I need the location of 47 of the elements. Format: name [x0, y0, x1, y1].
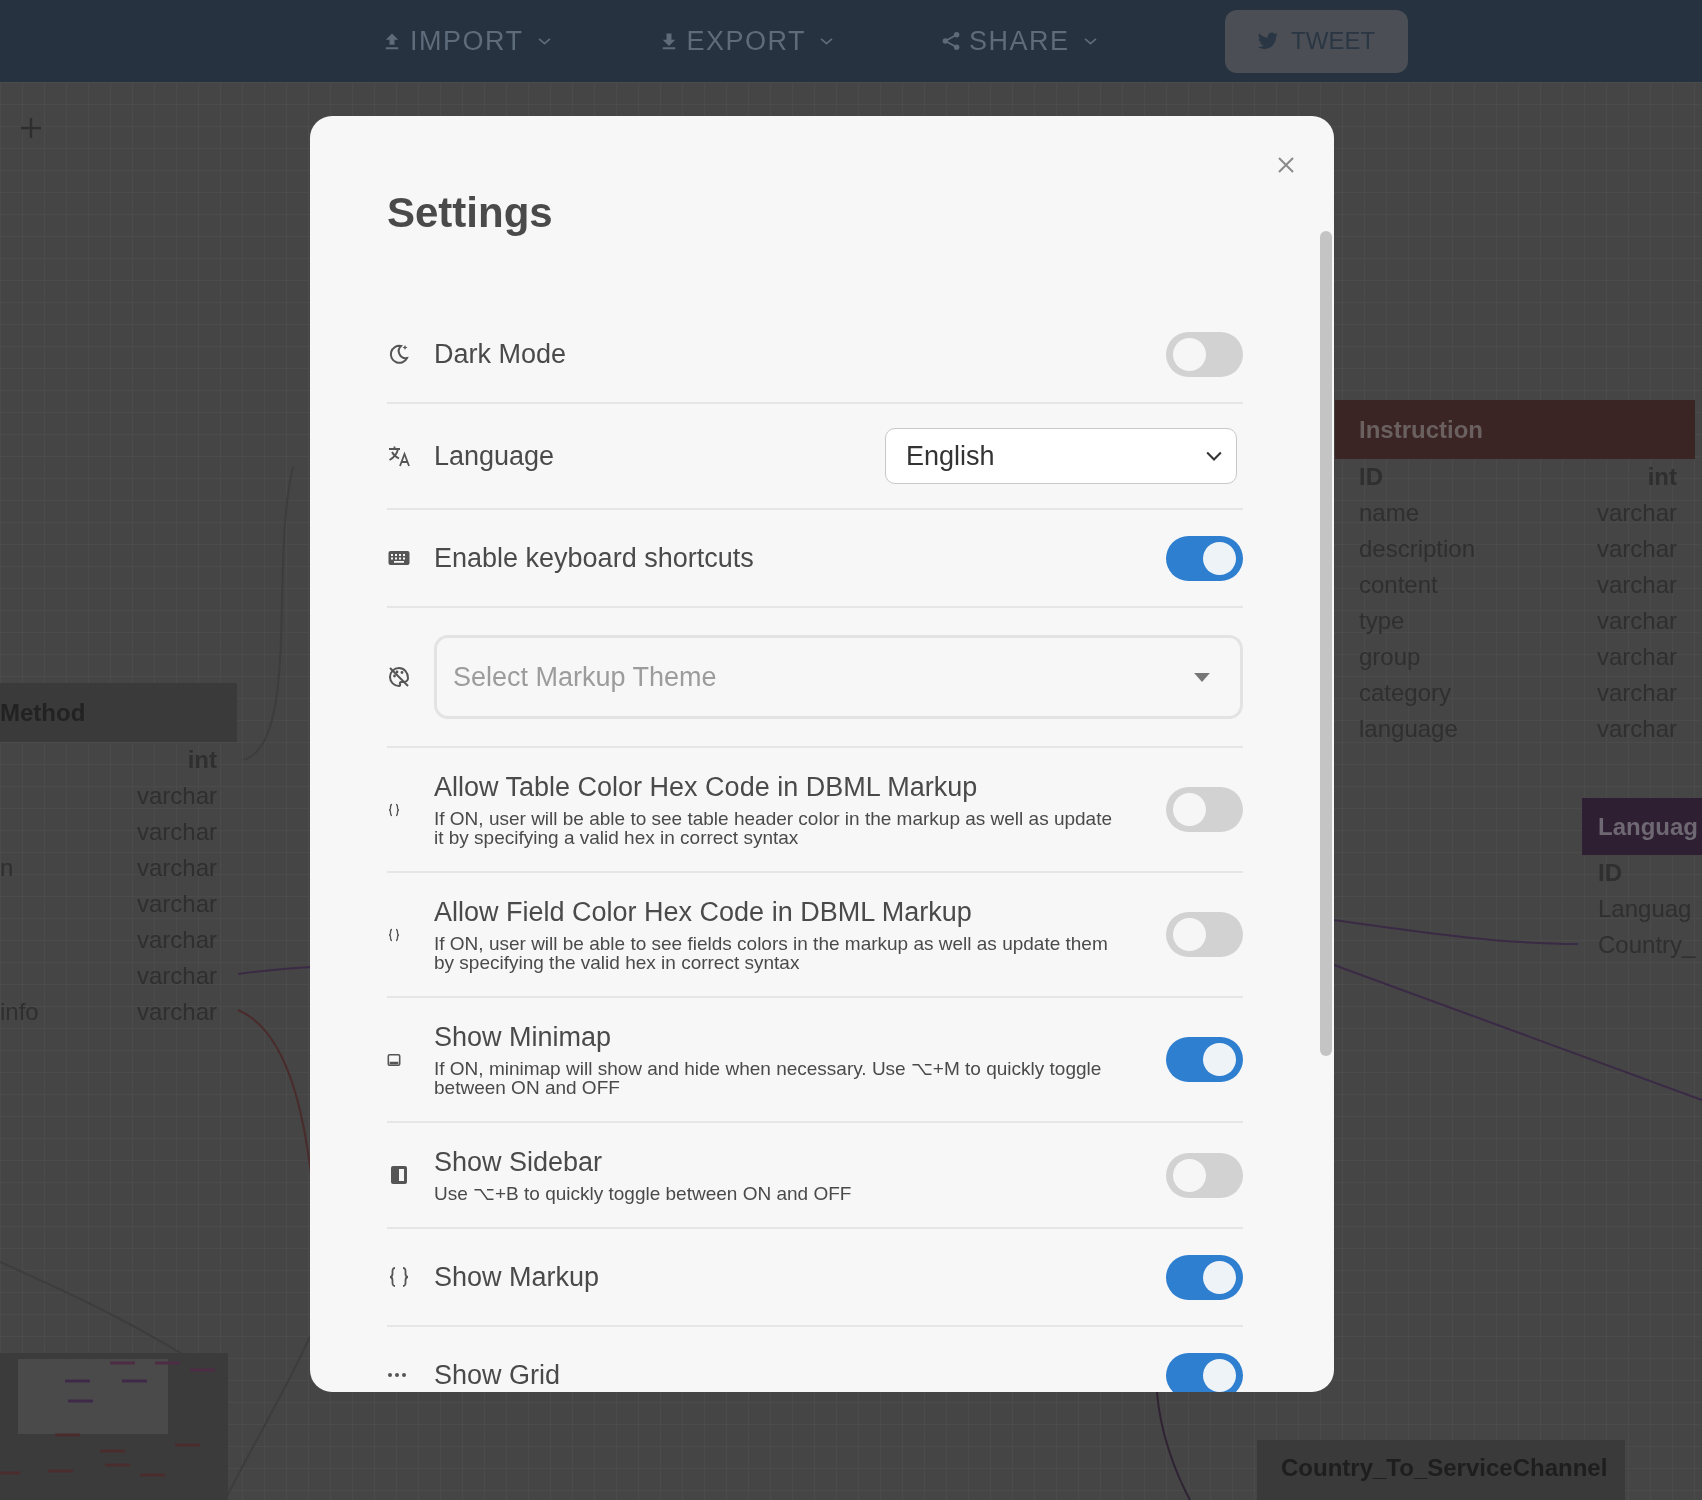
setting-description: If ON, minimap will show and hide when necessary. Use ⌥+M to quickly toggle between ON and OFF	[434, 1059, 1103, 1098]
setting-label: Show Grid	[434, 1359, 562, 1391]
chevron-down-icon	[1206, 451, 1222, 462]
setting-label: Language	[434, 440, 556, 472]
menu-button[interactable]: EXPORT	[650, 21, 842, 61]
toggle-switch[interactable]	[1166, 1352, 1243, 1392]
toggle-switch[interactable]	[1166, 331, 1243, 377]
toggle-switch[interactable]	[1166, 912, 1243, 958]
braces-icon	[387, 1265, 411, 1290]
bird-icon	[1257, 31, 1280, 51]
menu-button[interactable]: IMPORT	[374, 21, 559, 61]
monitor-icon	[387, 1052, 401, 1067]
setting-label: Show Sidebar	[434, 1147, 604, 1179]
table-header: Instruction	[1335, 400, 1695, 459]
share-icon	[941, 31, 962, 51]
setting-label: Allow Field Color Hex Code in DBML Markup	[434, 897, 973, 929]
braces-icon	[387, 927, 401, 942]
palette-off-icon	[387, 665, 411, 690]
chevron-down-icon	[1083, 36, 1097, 46]
plus-icon[interactable]	[19, 116, 43, 140]
setting-description: Use ⌥+B to quickly toggle between ON and OFF	[434, 1184, 853, 1204]
toggle-switch[interactable]	[1166, 1037, 1243, 1083]
theme-dropdown[interactable]: Select Markup Theme	[434, 635, 1243, 720]
toggle-switch[interactable]	[1166, 1254, 1243, 1300]
menu-button[interactable]: SHARE	[933, 21, 1105, 61]
close-icon[interactable]	[1276, 155, 1296, 175]
scrollbar-thumb[interactable]	[1320, 231, 1332, 1056]
braces-icon	[387, 802, 401, 817]
translate-icon	[387, 444, 411, 469]
chevron-down-icon	[537, 36, 551, 46]
setting-label: Allow Table Color Hex Code in DBML Markup	[434, 772, 979, 804]
toggle-switch[interactable]	[1166, 535, 1243, 581]
setting-description: If ON, user will be able to see table header color in the markup as well as update it by specifying a valid hex in correct syntax	[434, 809, 1114, 848]
table-header: Languag	[1582, 798, 1702, 855]
language-dropdown[interactable]: English	[885, 428, 1237, 485]
dialog-title: Settings	[387, 188, 554, 238]
setting-label: Enable keyboard shortcuts	[434, 542, 755, 574]
moon-icon	[387, 342, 411, 367]
setting-description: If ON, user will be able to see fields colors in the markup as well as update them by specifying the valid hex in correct syntax	[434, 934, 1109, 973]
chevron-down-icon	[820, 36, 834, 46]
setting-label: Dark Mode	[434, 338, 568, 370]
caret-down-icon	[1194, 672, 1210, 682]
dots-icon	[387, 1372, 407, 1379]
toggle-switch[interactable]	[1166, 1152, 1243, 1198]
setting-label: Show Markup	[434, 1261, 601, 1293]
toggle-switch[interactable]	[1166, 787, 1243, 833]
setting-label: Show Minimap	[434, 1022, 613, 1054]
